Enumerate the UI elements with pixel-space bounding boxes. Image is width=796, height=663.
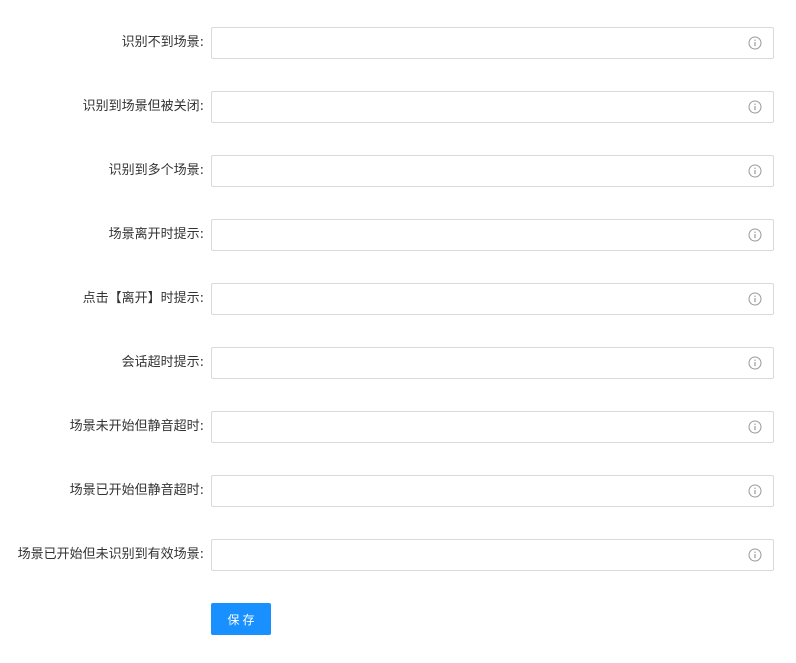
started-silence-input[interactable] <box>212 476 732 506</box>
info-circle-icon[interactable] <box>748 36 762 50</box>
form-row-scene-leave: 场景离开时提示: <box>0 219 796 251</box>
field-label: 场景未开始但静音超时: <box>69 419 204 434</box>
started-no-valid-scene-input[interactable] <box>212 540 732 570</box>
info-circle-icon[interactable] <box>748 420 762 434</box>
form-row-session-timeout: 会话超时提示: <box>0 347 796 379</box>
form-actions: 保存 <box>211 603 271 635</box>
form-row-click-leave: 点击【离开】时提示: <box>0 283 796 315</box>
field-label: 识别到场景但被关闭: <box>82 99 204 114</box>
field-label: 识别不到场景: <box>121 35 204 50</box>
text-field-wrapper[interactable] <box>211 27 774 59</box>
form-row-not-started-silence: 场景未开始但静音超时: <box>0 411 796 443</box>
info-circle-icon[interactable] <box>748 100 762 114</box>
info-circle-icon[interactable] <box>748 292 762 306</box>
field-label: 场景离开时提示: <box>108 227 204 242</box>
session-timeout-input[interactable] <box>212 348 732 378</box>
scene-leave-input[interactable] <box>212 220 732 250</box>
prompt-settings-form: 识别不到场景: 识别到场景但被关闭: 识别到多个场景: 场景离开时提示: 点击【… <box>0 27 796 603</box>
text-field-wrapper[interactable] <box>211 219 774 251</box>
info-circle-icon[interactable] <box>748 356 762 370</box>
scene-closed-input[interactable] <box>212 92 732 122</box>
multiple-scenes-input[interactable] <box>212 156 732 186</box>
text-field-wrapper[interactable] <box>211 283 774 315</box>
text-field-wrapper[interactable] <box>211 475 774 507</box>
save-button[interactable]: 保存 <box>211 603 271 635</box>
click-leave-input[interactable] <box>212 284 732 314</box>
not-started-silence-input[interactable] <box>212 412 732 442</box>
text-field-wrapper[interactable] <box>211 539 774 571</box>
field-label: 点击【离开】时提示: <box>82 291 204 306</box>
text-field-wrapper[interactable] <box>211 347 774 379</box>
info-circle-icon[interactable] <box>748 484 762 498</box>
form-row-scene-closed: 识别到场景但被关闭: <box>0 91 796 123</box>
text-field-wrapper[interactable] <box>211 155 774 187</box>
field-label: 识别到多个场景: <box>108 163 204 178</box>
text-field-wrapper[interactable] <box>211 411 774 443</box>
field-label: 会话超时提示: <box>121 355 204 370</box>
no-scene-input[interactable] <box>212 28 732 58</box>
info-circle-icon[interactable] <box>748 164 762 178</box>
info-circle-icon[interactable] <box>748 228 762 242</box>
field-label: 场景已开始但静音超时: <box>69 483 204 498</box>
info-circle-icon[interactable] <box>748 548 762 562</box>
form-row-started-silence: 场景已开始但静音超时: <box>0 475 796 507</box>
form-row-no-scene: 识别不到场景: <box>0 27 796 59</box>
form-row-multiple-scenes: 识别到多个场景: <box>0 155 796 187</box>
form-row-started-no-valid-scene: 场景已开始但未识别到有效场景: <box>0 539 796 571</box>
text-field-wrapper[interactable] <box>211 91 774 123</box>
field-label: 场景已开始但未识别到有效场景: <box>17 547 204 562</box>
